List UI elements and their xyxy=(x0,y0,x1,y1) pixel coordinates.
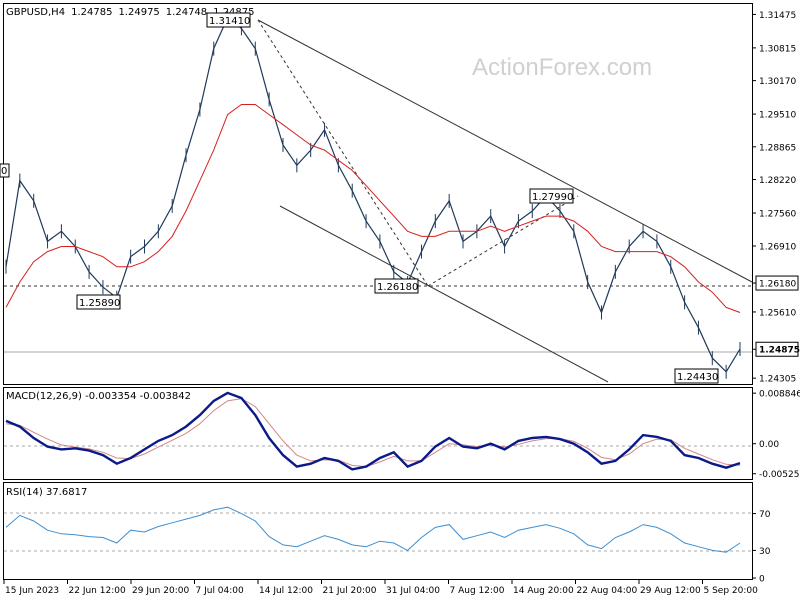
svg-text:0: 0 xyxy=(1,166,7,177)
rsi-axis-tick-label: 70 xyxy=(759,510,771,520)
price-axis-tick-label: 1.31475 xyxy=(759,11,796,21)
macd-axis-tick-label: 0.00 xyxy=(759,440,779,450)
x-axis-tick-label: 7 Aug 12:00 xyxy=(450,586,505,596)
svg-text:1.25890: 1.25890 xyxy=(79,298,120,309)
x-axis-tick-label: 14 Aug 20:00 xyxy=(513,586,574,596)
price-axis-tick-label: 1.24305 xyxy=(759,375,796,385)
price-tag-label: 1.26180 xyxy=(759,280,796,290)
x-axis-tick-label: 14 Jul 12:00 xyxy=(259,586,313,596)
price-axis-tick-label: 1.28865 xyxy=(759,143,796,153)
macd-axis-tick-label: 0.008846 xyxy=(759,390,800,400)
x-axis-tick-label: 5 Sep 20:00 xyxy=(704,586,759,596)
ohlc-high: 1.24975 xyxy=(118,7,159,18)
x-axis-tick-label: 22 Aug 04:00 xyxy=(577,586,638,596)
symbol-label: GBPUSD,H4 xyxy=(6,7,65,18)
ohlc-low: 1.24748 xyxy=(166,7,207,18)
x-axis-tick-label: 29 Aug 12:00 xyxy=(640,586,701,596)
svg-text:1.24430: 1.24430 xyxy=(677,372,718,383)
price-axis-tick-label: 1.28220 xyxy=(759,176,796,186)
annotation-low-jun: 1.25890 xyxy=(76,294,121,310)
ohlc-open: 1.24785 xyxy=(71,7,112,18)
annotation-low-aug: 1.26180 xyxy=(374,278,419,294)
x-axis-tick-label: 15 Jun 2023 xyxy=(5,586,59,596)
macd-title: MACD(12,26,9) -0.003354 -0.003842 xyxy=(6,391,191,402)
rsi-title: RSI(14) 37.6817 xyxy=(6,487,87,498)
gbpusd-chart: ActionForex.com GBPUSD,H4 1.24785 1.24975 1… xyxy=(0,0,800,600)
x-axis-tick-label: 22 Jun 12:00 xyxy=(69,586,126,596)
annotation-high-aug: 1.27990 xyxy=(529,188,574,204)
price-axis-tick-label: 1.30815 xyxy=(759,44,796,54)
price-axis-tick-label: 1.25610 xyxy=(759,308,796,318)
x-axis-tick-label: 7 Jul 04:00 xyxy=(196,586,245,596)
svg-text:1.27990: 1.27990 xyxy=(532,192,573,203)
x-axis-tick-label: 29 Jun 20:00 xyxy=(132,586,189,596)
x-axis-tick-label: 21 Jul 20:00 xyxy=(323,586,377,596)
price-axis-tick-label: 1.27560 xyxy=(759,210,796,220)
macd-axis-tick-label: -0.005252 xyxy=(759,470,800,480)
svg-text:1.26180: 1.26180 xyxy=(377,282,418,293)
price-tag-label: 1.24875 xyxy=(759,346,800,356)
rsi-axis-tick-label: 0 xyxy=(759,575,765,585)
x-axis-tick-label: 31 Jul 04:00 xyxy=(386,586,440,596)
annotation-low-sep: 1.24430 xyxy=(674,368,719,384)
price-axis-tick-label: 1.26910 xyxy=(759,243,796,253)
watermark: ActionForex.com xyxy=(472,54,652,81)
left-edge-label: 0 xyxy=(0,163,10,178)
rsi-axis-tick-label: 30 xyxy=(759,547,771,557)
svg-text:1.31410: 1.31410 xyxy=(209,16,250,27)
price-axis-tick-label: 1.29510 xyxy=(759,111,796,121)
price-axis-tick-label: 1.30170 xyxy=(759,77,796,87)
annotation-high: 1.31410 xyxy=(206,12,251,28)
